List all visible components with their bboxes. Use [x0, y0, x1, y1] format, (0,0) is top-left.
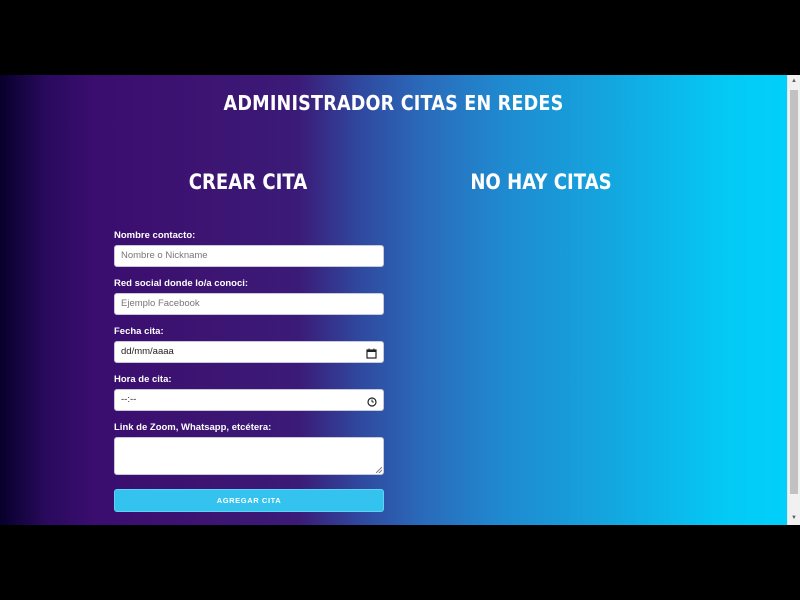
meeting-link-label: Link de Zoom, Whatsapp, etcétera:: [114, 422, 272, 433]
calendar-icon[interactable]: [366, 347, 377, 359]
contact-name-placeholder: Nombre o Nickname: [121, 250, 208, 261]
create-appointment-heading: Crear cita: [188, 170, 308, 194]
arrow-up-icon[interactable]: ▲: [788, 75, 800, 88]
resize-handle-icon[interactable]: [376, 467, 382, 473]
contact-name-label: Nombre contacto:: [114, 230, 196, 241]
meeting-link-field: Link de Zoom, Whatsapp, etcétera:: [114, 422, 384, 475]
date-value: dd/mm/aaaa: [121, 346, 174, 357]
date-input[interactable]: dd/mm/aaaa: [114, 341, 384, 363]
social-network-field: Red social donde lo/a conoci: Ejemplo Fa…: [114, 278, 384, 315]
meeting-link-textarea[interactable]: [114, 437, 384, 475]
appointments-list-heading: No hay citas: [470, 170, 612, 194]
add-appointment-button[interactable]: Agregar cita: [114, 489, 384, 512]
time-input[interactable]: --:--: [114, 389, 384, 411]
time-value: --:--: [121, 394, 137, 405]
browser-viewport: Administrador citas en redes Crear cita …: [0, 75, 800, 525]
time-label: Hora de cita:: [114, 374, 172, 385]
social-network-label: Red social donde lo/a conoci:: [114, 278, 249, 289]
vertical-scrollbar[interactable]: ▲ ▼: [787, 75, 800, 525]
social-network-placeholder: Ejemplo Facebook: [121, 298, 200, 309]
arrow-down-icon[interactable]: ▼: [788, 512, 800, 525]
time-field: Hora de cita: --:--: [114, 374, 384, 411]
date-label: Fecha cita:: [114, 326, 164, 337]
contact-name-field: Nombre contacto: Nombre o Nickname: [114, 230, 384, 267]
scrollbar-thumb[interactable]: [790, 90, 798, 494]
page-title: Administrador citas en redes: [223, 91, 564, 115]
contact-name-input[interactable]: Nombre o Nickname: [114, 245, 384, 267]
clock-icon[interactable]: [367, 395, 377, 407]
page-background: Administrador citas en redes Crear cita …: [0, 75, 787, 525]
date-field: Fecha cita: dd/mm/aaaa: [114, 326, 384, 363]
social-network-input[interactable]: Ejemplo Facebook: [114, 293, 384, 315]
